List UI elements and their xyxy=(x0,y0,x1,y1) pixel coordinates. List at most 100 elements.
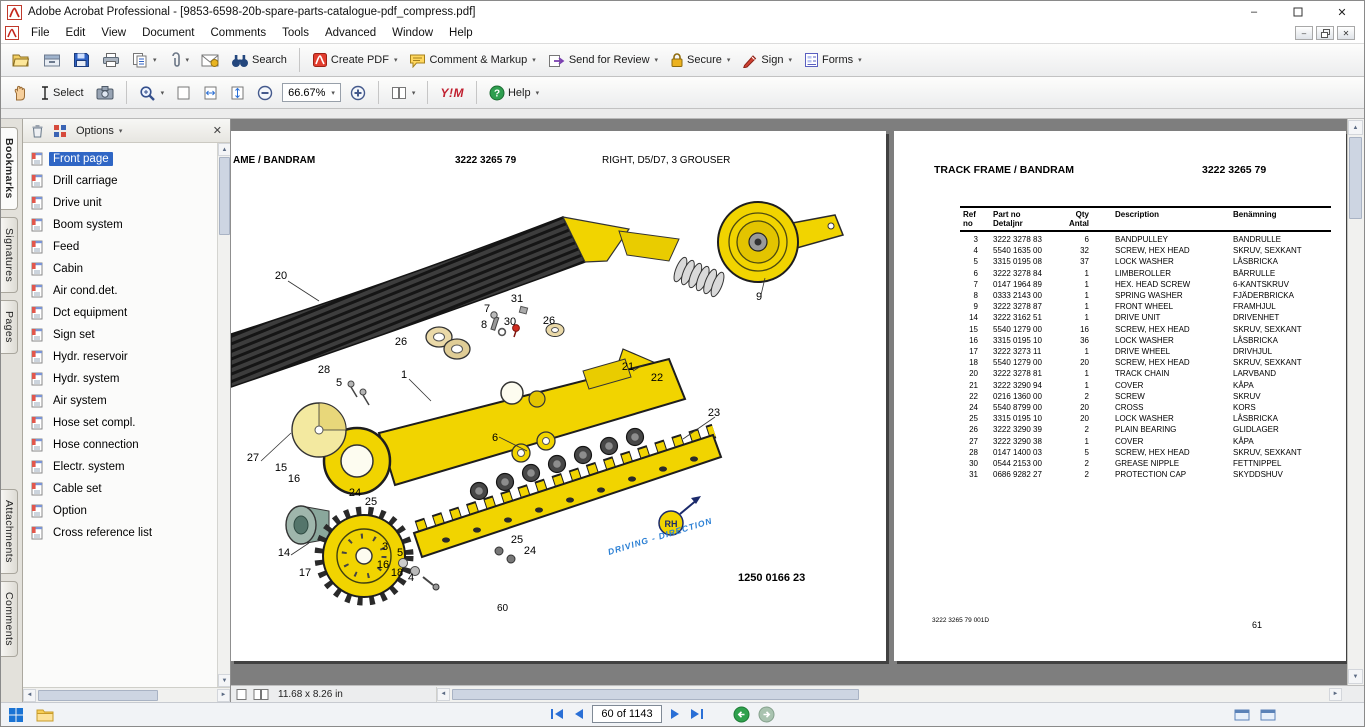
bookmark-item[interactable]: Cable set xyxy=(30,478,230,500)
next-view-icon[interactable] xyxy=(758,706,775,723)
zoom-in-button[interactable] xyxy=(345,82,371,104)
zoom-level-combo[interactable]: 66.67%▾ xyxy=(282,83,341,102)
bookmark-item[interactable]: Hydr. system xyxy=(30,368,230,390)
scrollbar-thumb[interactable] xyxy=(1349,137,1362,219)
scroll-left-icon[interactable]: ◄ xyxy=(437,688,450,701)
options-menu-button[interactable]: Options▾ xyxy=(76,125,122,137)
document-horizontal-scrollbar[interactable]: ◄ ► xyxy=(436,687,1342,702)
bookmark-item[interactable]: Drive unit xyxy=(30,192,230,214)
bookmark-page-icon xyxy=(30,328,44,342)
bookmark-item[interactable]: Front page xyxy=(30,148,230,170)
document-canvas[interactable]: RH DRIVING - DIRECTION AME / BANDRAM 322… xyxy=(231,119,1347,685)
search-button[interactable]: Search xyxy=(226,50,292,71)
previous-view-icon[interactable] xyxy=(733,706,750,723)
scroll-down-icon[interactable]: ▼ xyxy=(218,674,230,687)
email-button[interactable] xyxy=(196,50,224,71)
bookmark-item[interactable]: Dct equipment xyxy=(30,302,230,324)
delete-bookmark-button[interactable] xyxy=(31,124,44,138)
bookmark-item[interactable]: Air cond.det. xyxy=(30,280,230,302)
bookmarks-horizontal-scrollbar[interactable]: ◄ ► xyxy=(23,687,230,702)
bookmark-item[interactable]: Hose set compl. xyxy=(30,412,230,434)
document-vertical-scrollbar[interactable]: ▲ ▼ xyxy=(1347,119,1364,685)
scrollbar-thumb[interactable] xyxy=(38,690,158,701)
next-page-icon[interactable] xyxy=(668,707,682,721)
scroll-up-icon[interactable]: ▲ xyxy=(1348,120,1363,135)
bookmark-view-button[interactable] xyxy=(53,124,67,138)
tab-bookmarks[interactable]: Bookmarks xyxy=(1,127,18,210)
forms-button[interactable]: Forms▾ xyxy=(799,49,867,71)
bookmark-item[interactable]: Hydr. reservoir xyxy=(30,346,230,368)
bookmark-item[interactable]: Sign set xyxy=(30,324,230,346)
scroll-up-icon[interactable]: ▲ xyxy=(218,143,230,156)
maximize-icon[interactable] xyxy=(1276,1,1320,23)
windows-start-icon[interactable] xyxy=(8,707,24,723)
tab-attachments[interactable]: Attachments xyxy=(1,489,18,574)
doc-restore-icon[interactable] xyxy=(1316,26,1334,40)
menu-advanced[interactable]: Advanced xyxy=(317,25,384,41)
save-button[interactable] xyxy=(68,49,95,71)
taskbar-window-icon[interactable] xyxy=(1234,708,1250,722)
close-icon[interactable]: ✕ xyxy=(1320,1,1364,23)
menu-edit[interactable]: Edit xyxy=(58,25,94,41)
messenger-button[interactable]: Y!M xyxy=(435,83,469,103)
menu-tools[interactable]: Tools xyxy=(274,25,317,41)
menu-file[interactable]: File xyxy=(23,25,58,41)
minimize-icon[interactable]: – xyxy=(1232,1,1276,23)
menu-window[interactable]: Window xyxy=(384,25,441,41)
print-button[interactable] xyxy=(97,49,125,71)
last-page-icon[interactable] xyxy=(688,707,705,721)
attach-button[interactable]: ▾ xyxy=(164,49,195,71)
close-panel-icon[interactable]: ✕ xyxy=(213,124,222,137)
bookmarks-vertical-scrollbar[interactable]: ▲ ▼ xyxy=(217,143,230,687)
snapshot-button[interactable] xyxy=(91,82,119,103)
taskbar-window-icon[interactable] xyxy=(1260,708,1276,722)
zoom-out-button[interactable] xyxy=(252,82,278,104)
bookmark-item[interactable]: Hose connection xyxy=(30,434,230,456)
scrollbar-thumb[interactable] xyxy=(452,689,859,700)
comment-markup-button[interactable]: Comment & Markup▾ xyxy=(404,50,540,71)
actual-size-button[interactable] xyxy=(171,82,196,104)
bookmark-item[interactable]: Option xyxy=(30,500,230,522)
help-button[interactable]: ?Help▾ xyxy=(484,82,544,104)
bookmark-item[interactable]: Cabin xyxy=(30,258,230,280)
doc-close-icon[interactable]: ✕ xyxy=(1337,26,1355,40)
copy-pages-button[interactable]: ▾ xyxy=(127,49,162,71)
menu-help[interactable]: Help xyxy=(441,25,481,41)
open-button[interactable] xyxy=(7,49,36,71)
fit-page-button[interactable] xyxy=(225,82,250,104)
scroll-right-icon[interactable]: ► xyxy=(217,689,230,702)
menu-comments[interactable]: Comments xyxy=(203,25,275,41)
bookmark-item[interactable]: Boom system xyxy=(30,214,230,236)
secure-button[interactable]: Secure▾ xyxy=(665,49,735,71)
fit-width-button[interactable] xyxy=(198,82,223,104)
menu-view[interactable]: View xyxy=(93,25,134,41)
send-for-review-button[interactable]: Send for Review▾ xyxy=(543,50,663,71)
bookmark-item[interactable]: Air system xyxy=(30,390,230,412)
first-page-icon[interactable] xyxy=(549,707,566,721)
page-layout-button[interactable]: ▾ xyxy=(386,82,421,104)
tab-comments[interactable]: Comments xyxy=(1,581,18,657)
bookmark-item[interactable]: Feed xyxy=(30,236,230,258)
select-tool-button[interactable]: Select xyxy=(35,82,89,104)
bookmark-item[interactable]: Drill carriage xyxy=(30,170,230,192)
zoom-tool-button[interactable]: ▾ xyxy=(134,82,170,104)
scroll-down-icon[interactable]: ▼ xyxy=(1348,669,1363,684)
page-number-input[interactable] xyxy=(592,705,662,723)
bookmark-item[interactable]: Electr. system xyxy=(30,456,230,478)
tab-pages[interactable]: Pages xyxy=(1,300,18,354)
scrollbar-thumb[interactable] xyxy=(219,157,230,235)
tab-signatures[interactable]: Signatures xyxy=(1,217,18,293)
scroll-left-icon[interactable]: ◄ xyxy=(23,689,36,702)
previous-page-icon[interactable] xyxy=(572,707,586,721)
create-pdf-button[interactable]: Create PDF▾ xyxy=(307,49,403,71)
sign-button[interactable]: Sign▾ xyxy=(737,49,797,71)
scroll-right-icon[interactable]: ► xyxy=(1329,688,1342,701)
hand-tool-button[interactable] xyxy=(7,81,33,104)
bookmark-item[interactable]: Cross reference list xyxy=(30,522,230,544)
menu-document[interactable]: Document xyxy=(134,25,202,41)
organizer-button[interactable] xyxy=(38,49,66,71)
file-explorer-icon[interactable] xyxy=(36,707,54,722)
doc-minimize-icon[interactable]: – xyxy=(1295,26,1313,40)
two-page-icon[interactable] xyxy=(253,688,269,701)
page-size-icon[interactable] xyxy=(235,688,248,701)
